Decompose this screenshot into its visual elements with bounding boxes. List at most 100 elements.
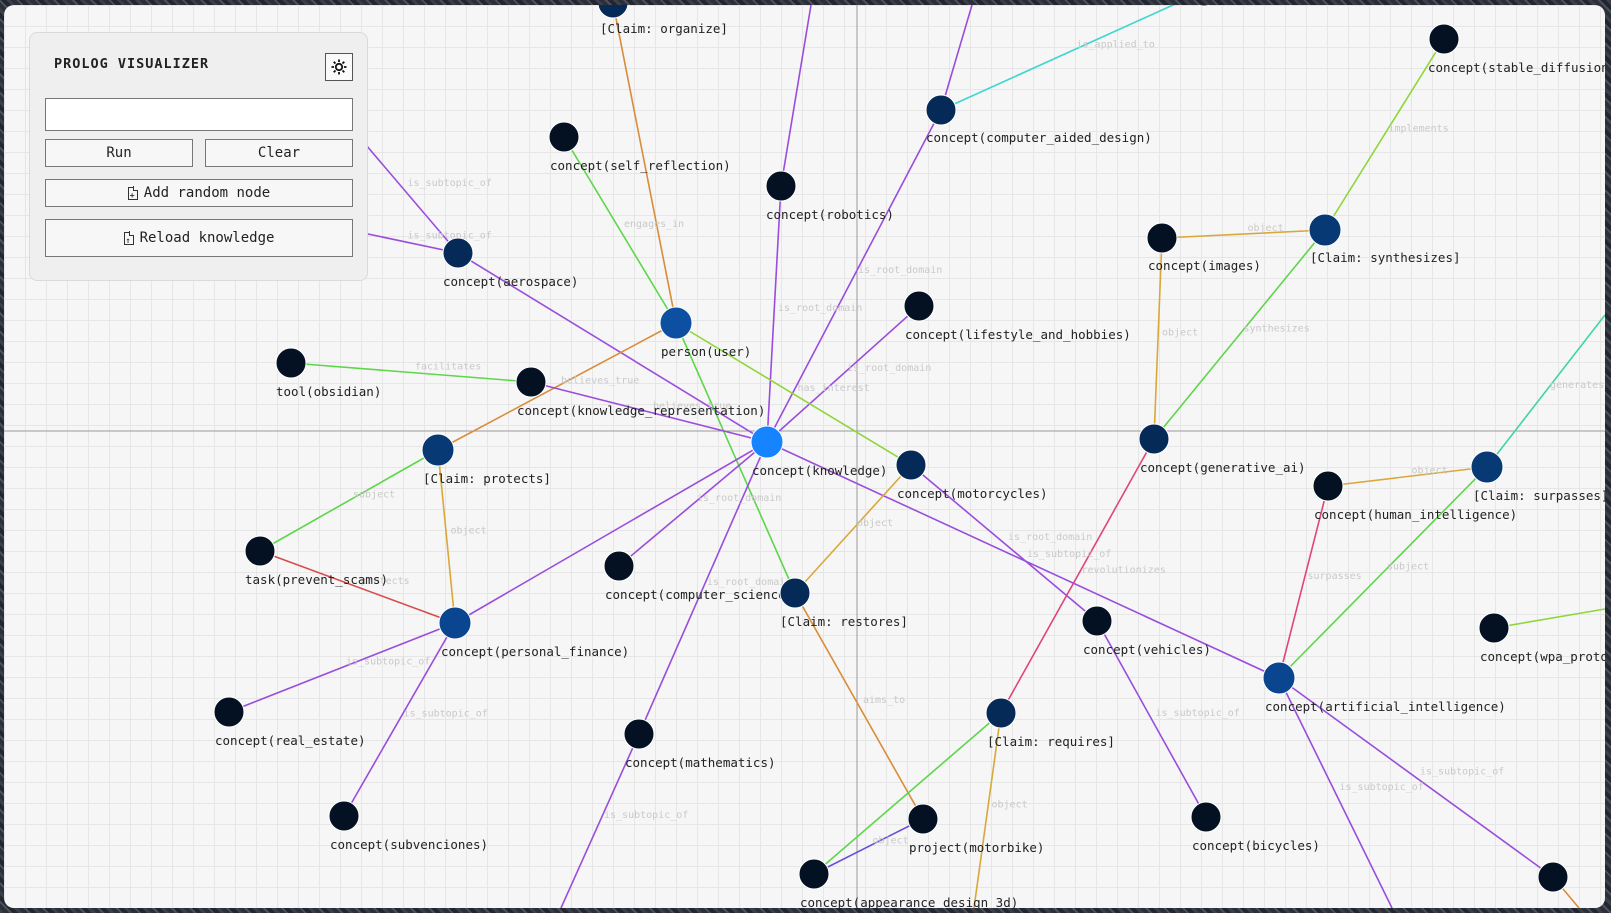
edge-label: is_subtopic_of [1420,767,1504,778]
graph-node[interactable]: [Claim: synthesizes] [1308,213,1461,265]
graph-node[interactable]: concept(bicycles) [1190,801,1320,853]
edge-label: object [451,526,487,537]
node-label: concept(robotics) [766,207,894,222]
graph-node[interactable]: [Claim: protects] [421,433,551,486]
node-circle[interactable] [1189,5,1219,7]
node-circle[interactable] [328,800,360,832]
node-label: concept(artificial_intelligence) [1265,699,1506,714]
graph-node[interactable]: concept(stable_diffusion [1428,23,1605,75]
graph-edge [343,622,456,817]
node-circle[interactable] [1146,222,1178,254]
settings-button[interactable] [325,53,353,81]
node-label: concept(stable_diffusion [1428,60,1605,75]
node-circle[interactable] [985,697,1017,729]
graph-node[interactable]: [Claim: restores] [779,577,908,629]
graph-node[interactable]: concept(knowledge_representation) [515,366,765,418]
graph-node[interactable]: concept(geometric_deep_learning) [1098,5,1339,7]
node-circle[interactable] [515,366,547,398]
graph-node[interactable]: concept(subvenciones) [328,800,488,852]
node-circle[interactable] [903,290,935,322]
graph-node[interactable]: concept(vehicles) [1081,605,1211,657]
node-circle[interactable] [895,449,927,481]
graph-node[interactable]: concept(knowledge) [750,425,887,478]
node-circle[interactable] [1312,470,1344,502]
clear-button[interactable]: Clear [205,139,353,167]
node-circle[interactable] [1262,661,1296,695]
graph-node[interactable]: concept(lifestyle_and_hobbies) [903,290,1131,342]
reload-knowledge-button[interactable]: ↑ Reload knowledge [45,219,353,257]
node-label: concept(motorcycles) [897,486,1048,501]
graph-node[interactable]: concept(aerospace) [442,237,578,289]
graph-node[interactable]: concept(computer_aided_design) [925,94,1152,145]
graph-edge [766,185,782,443]
node-circle[interactable] [659,306,693,340]
graph-edge [675,322,796,594]
node-circle[interactable] [779,577,811,609]
add-random-node-button[interactable]: + Add random node [45,179,353,207]
graph-edge [1000,438,1155,714]
graph-node[interactable]: task(prevent_scams) [244,535,388,587]
edge-label: is_root_domain [1008,532,1092,543]
node-circle[interactable] [548,121,580,153]
node-circle[interactable] [925,94,957,126]
node-label: [Claim: restores] [780,614,908,629]
edge-label: is_subtopic_of [404,709,488,720]
node-label: concept(computer_aided_design) [926,130,1152,145]
graph-node[interactable]: concept(self_reflection) [548,121,731,173]
node-circle[interactable] [1478,612,1510,644]
node-circle[interactable] [1308,213,1342,247]
node-circle[interactable] [765,170,797,202]
graph-node[interactable]: concept(wpa_proto [1478,612,1605,664]
run-button[interactable]: Run [45,139,193,167]
node-circle[interactable] [907,803,939,835]
node-circle[interactable] [244,535,276,567]
edge-label: implements [1389,124,1449,135]
graph-node[interactable]: [Claim: requires] [985,697,1115,749]
desktop-background: is_applied_to implements object synthesizes… [0,0,1611,913]
graph-node[interactable]: concept(motorcycles) [895,449,1048,501]
graph-node[interactable]: project(motorbike) [907,803,1044,855]
graph-edge [766,305,920,443]
nodes-layer[interactable]: [Claim: organize] concept(geometric_deep_… [213,5,1605,908]
edge-label: object [992,800,1028,811]
node-circle[interactable] [442,237,474,269]
graph-node[interactable]: concept(generative_ai) [1138,423,1306,475]
graph-node[interactable]: concept(artificial_intelligence) [1262,661,1506,714]
edge-label: engages_in [624,219,684,230]
node-circle[interactable] [275,347,307,379]
node-circle[interactable] [750,425,784,459]
node-label: concept(subvenciones) [330,837,488,852]
node-circle[interactable] [1190,801,1222,833]
graph-node[interactable] [1537,861,1569,893]
graph-edge [940,5,1175,111]
node-label: concept(personal_finance) [441,644,629,659]
node-circle[interactable] [798,858,830,890]
graph-node[interactable]: concept(personal_finance) [438,606,629,659]
node-label: person(user) [661,344,751,359]
edge-label: object [873,836,909,847]
node-circle[interactable] [623,718,655,750]
node-circle[interactable] [1428,23,1460,55]
graph-node[interactable]: concept(real_estate) [213,696,366,748]
node-circle[interactable] [1081,605,1113,637]
node-label: concept(wpa_proto [1480,649,1605,664]
node-circle[interactable] [1537,861,1569,893]
node-circle[interactable] [421,433,455,467]
graph-node[interactable]: concept(appearance_design_3d) [798,858,1018,908]
query-input[interactable] [45,98,353,131]
graph-node[interactable]: [Claim: organize] [597,5,728,36]
node-circle[interactable] [438,606,472,640]
node-label: concept(lifestyle_and_hobbies) [905,327,1131,342]
node-circle[interactable] [213,696,245,728]
graph-node[interactable]: concept(mathematics) [623,718,776,770]
graph-canvas[interactable]: is_applied_to implements object synthesizes… [4,5,1605,908]
node-circle[interactable] [603,550,635,582]
node-circle[interactable] [597,5,629,19]
graph-node[interactable]: concept(images) [1146,222,1261,273]
node-circle[interactable] [1138,423,1170,455]
node-circle[interactable] [1470,450,1504,484]
graph-node[interactable]: tool(obsidian) [275,347,381,399]
graph-node[interactable]: person(user) [659,306,751,359]
graph-node[interactable]: [Claim: surpasses] [1470,450,1605,503]
graph-node[interactable]: concept(robotics) [765,170,894,222]
